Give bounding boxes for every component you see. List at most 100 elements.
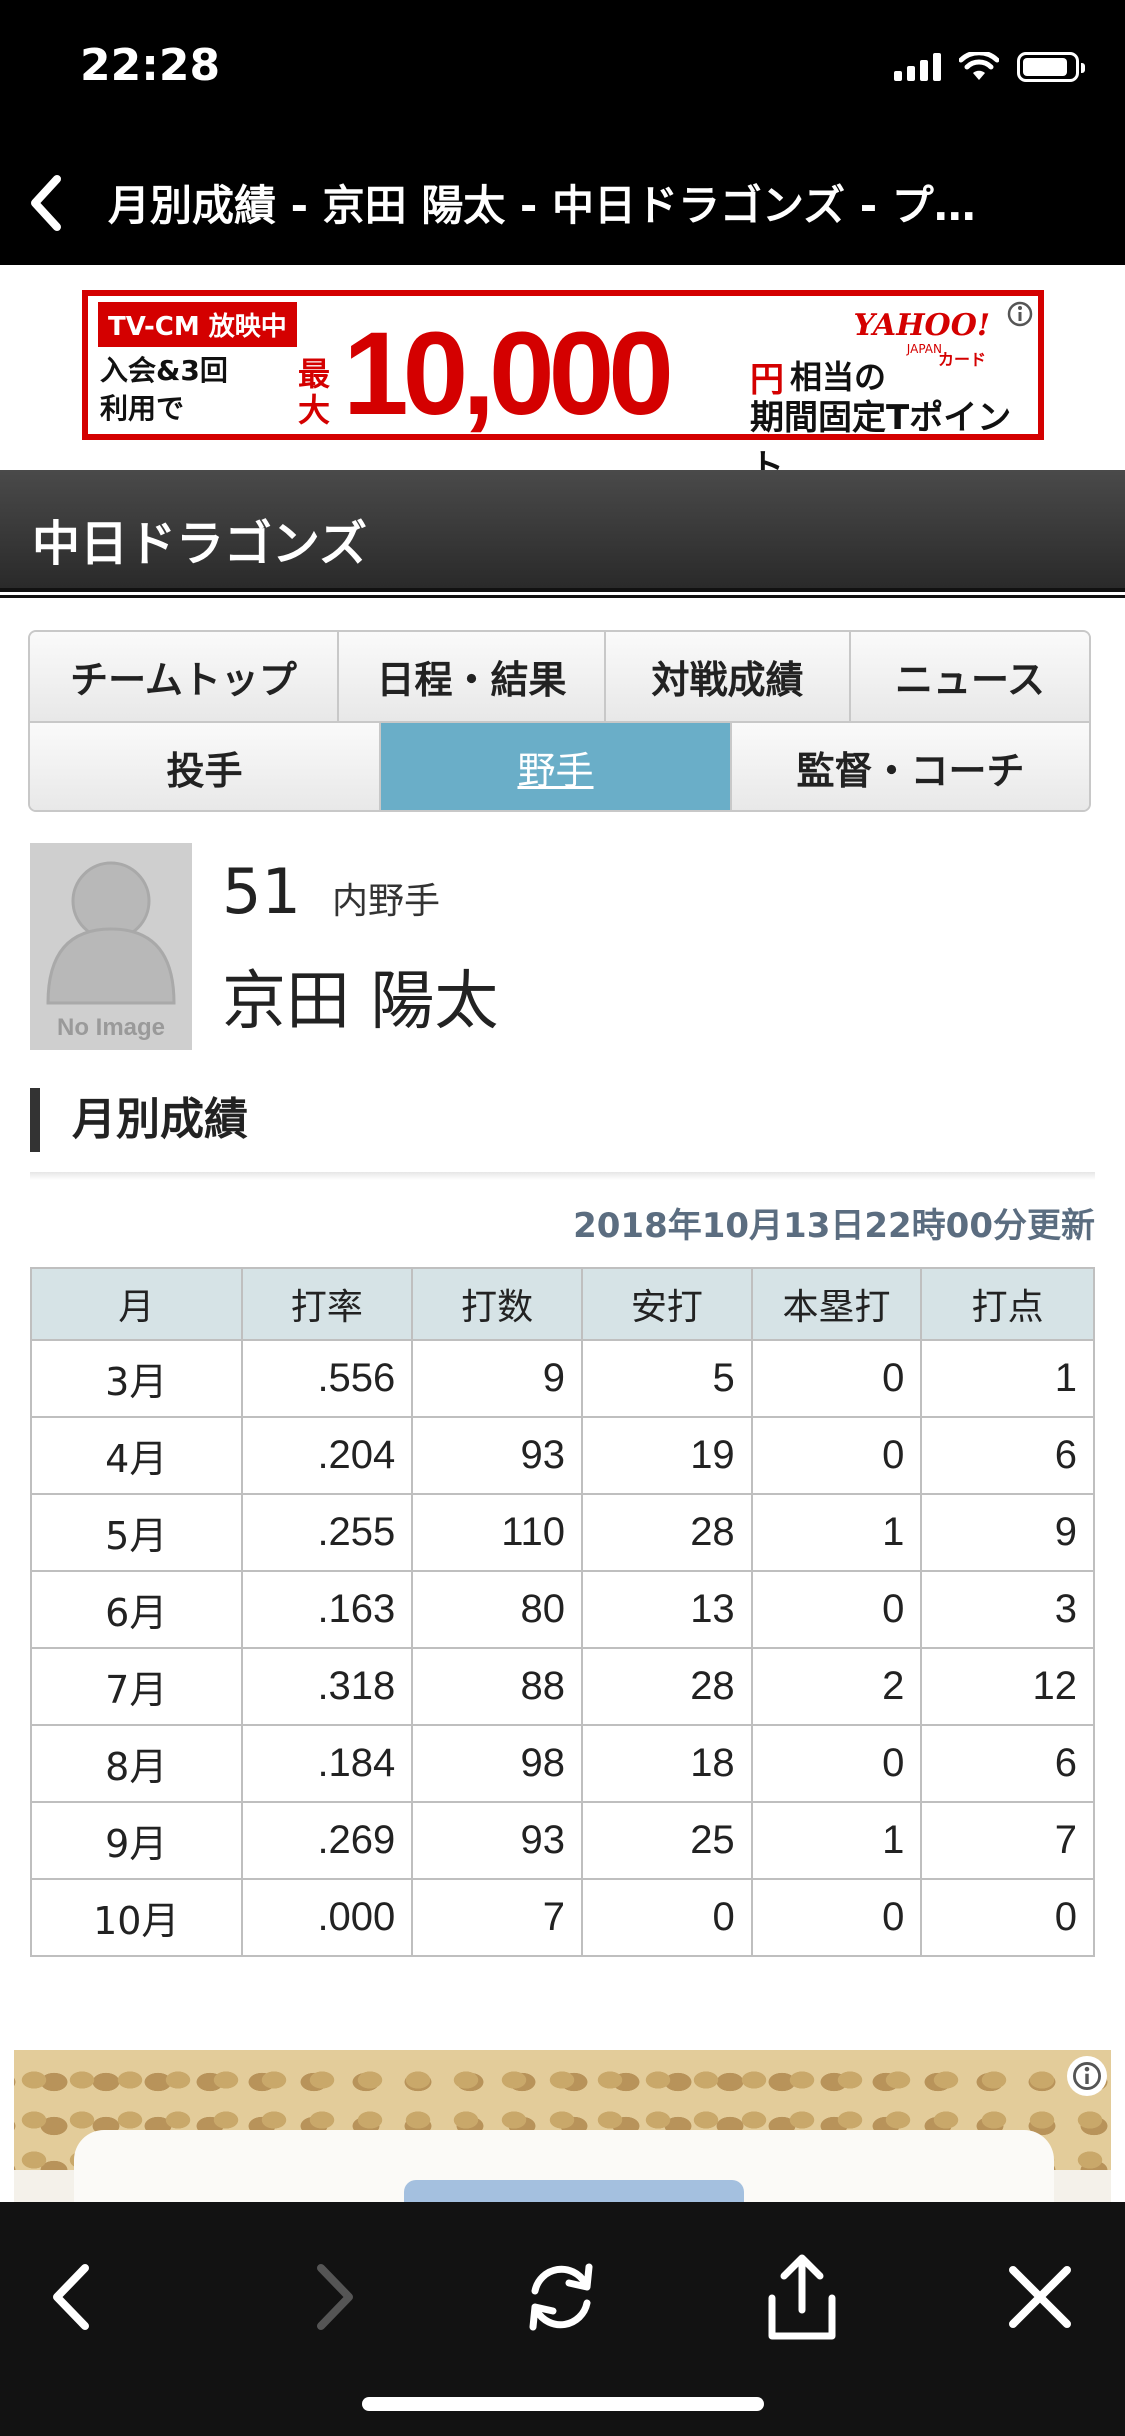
table-cell: .556 [240, 1339, 414, 1418]
table-cell: 98 [411, 1724, 584, 1803]
close-icon [1009, 2266, 1071, 2328]
back-icon [53, 2264, 89, 2330]
col-header-hits: 安打 [581, 1267, 753, 1341]
table-cell: 110 [411, 1493, 584, 1572]
table-row: 9月 .269 93 25 1 7 [30, 1801, 1095, 1880]
ad-condition-line2: 利用で [100, 392, 185, 425]
table-cell: 6月 [30, 1570, 243, 1649]
tab-schedule-results[interactable]: 日程・結果 [339, 632, 606, 721]
table-row: 7月 .318 88 28 2 12 [30, 1647, 1095, 1726]
col-header-month: 月 [30, 1267, 243, 1341]
table-cell: 7 [411, 1878, 584, 1957]
table-cell: 93 [411, 1416, 584, 1495]
player-number: 51 [222, 855, 301, 928]
no-image-caption: No Image [57, 1014, 165, 1041]
table-cell: 80 [411, 1570, 584, 1649]
ad-brand-sub: JAPAN [906, 342, 942, 356]
table-row: 3月 .556 9 5 0 1 [30, 1339, 1095, 1418]
table-cell: 3 [920, 1570, 1095, 1649]
avatar-placeholder-icon: No Image [46, 861, 176, 1041]
table-cell: .255 [240, 1493, 414, 1572]
ad-amount: 10,000 [343, 308, 674, 440]
forward-button[interactable] [286, 2242, 386, 2352]
table-cell: 4月 [30, 1416, 243, 1495]
table-cell: 25 [581, 1801, 753, 1880]
col-header-home-runs: 本塁打 [750, 1267, 923, 1341]
table-cell: 0 [750, 1878, 923, 1957]
share-button[interactable] [752, 2242, 852, 2352]
status-time: 22:28 [80, 40, 221, 91]
forward-icon [317, 2264, 353, 2330]
table-cell: 0 [920, 1878, 1095, 1957]
table-cell: 5 [581, 1339, 753, 1418]
status-icons [894, 52, 1085, 82]
table-cell: 93 [411, 1801, 584, 1880]
ad-info-icon[interactable] [1002, 296, 1038, 332]
updated-timestamp: 2018年10月13日22時00分更新 [573, 1206, 1095, 1246]
table-cell: 8月 [30, 1724, 243, 1803]
table-cell: .318 [240, 1647, 414, 1726]
home-indicator [362, 2397, 764, 2411]
tab-team-top[interactable]: チームトップ [30, 632, 339, 721]
nav-back-button[interactable] [0, 140, 90, 265]
col-header-at-bats: 打数 [411, 1267, 584, 1341]
col-header-avg: 打率 [240, 1267, 414, 1341]
battery-icon [1017, 52, 1085, 82]
ad-banner[interactable]: TV-CM 放映中 入会&3回 利用で 最大 10,000 円 相当の 期間固定… [82, 290, 1044, 487]
player-photo: No Image [30, 843, 192, 1050]
tab-fielders[interactable]: 野手 [381, 723, 732, 810]
table-cell: 13 [581, 1570, 753, 1649]
table-cell: 0 [750, 1570, 923, 1649]
table-cell: 9 [411, 1339, 584, 1418]
tab-pitchers[interactable]: 投手 [30, 723, 381, 810]
nav-bar: 月別成績 - 京田 陽太 - 中日ドラゴンズ - プ… [0, 140, 1125, 265]
table-cell: 0 [750, 1724, 923, 1803]
table-header-row: 月 打率 打数 安打 本塁打 打点 [30, 1267, 1095, 1341]
table-cell: 12 [920, 1647, 1095, 1726]
table-cell: .204 [240, 1416, 414, 1495]
table-cell: 0 [750, 1416, 923, 1495]
tab-manager-coaches[interactable]: 監督・コーチ [732, 723, 1089, 810]
table-cell: 6 [920, 1724, 1095, 1803]
table-cell: 2 [750, 1647, 923, 1726]
team-header: 中日ドラゴンズ [0, 470, 1125, 598]
cellular-signal-icon [894, 53, 941, 81]
table-cell: 18 [581, 1724, 753, 1803]
ad-info-icon[interactable] [1067, 2056, 1107, 2096]
table-cell: 1 [750, 1801, 923, 1880]
page-title: 月別成績 - 京田 陽太 - 中日ドラゴンズ - プ… [108, 181, 976, 230]
table-cell: .000 [240, 1878, 414, 1957]
table-cell: .184 [240, 1724, 414, 1803]
table-cell: .163 [240, 1570, 414, 1649]
table-row: 8月 .184 98 18 0 6 [30, 1724, 1095, 1803]
table-cell: 10月 [30, 1878, 243, 1957]
table-cell: 19 [581, 1416, 753, 1495]
ad-brand-suffix: カード [937, 350, 986, 369]
close-button[interactable] [990, 2242, 1090, 2352]
reload-button[interactable] [511, 2242, 611, 2352]
back-button[interactable] [20, 2242, 120, 2352]
table-cell: 88 [411, 1647, 584, 1726]
tab-news[interactable]: ニュース [851, 632, 1089, 721]
status-bar: 22:28 [0, 0, 1125, 140]
section-heading: 月別成績 [30, 1088, 248, 1152]
table-cell: 28 [581, 1493, 753, 1572]
table-cell: 1 [750, 1493, 923, 1572]
ad-condition: 入会&3回 利用で [100, 352, 228, 428]
table-cell: 7月 [30, 1647, 243, 1726]
reload-icon [529, 2263, 593, 2331]
table-row: 4月 .204 93 19 0 6 [30, 1416, 1095, 1495]
ad-tag: TV-CM 放映中 [98, 302, 297, 347]
player-position: 内野手 [332, 881, 441, 922]
table-row: 6月 .163 80 13 0 3 [30, 1570, 1095, 1649]
table-cell: 9 [920, 1493, 1095, 1572]
tab-matchup-stats[interactable]: 対戦成績 [606, 632, 851, 721]
ad-brand-logo: YAHOO! [853, 308, 990, 343]
table-cell: 0 [581, 1878, 753, 1957]
table-cell: 3月 [30, 1339, 243, 1418]
bottom-ad[interactable] [14, 2050, 1111, 2202]
ad-headline-peek [404, 2180, 744, 2202]
table-cell: 0 [750, 1339, 923, 1418]
table-cell: .269 [240, 1801, 414, 1880]
monthly-stats-table: 月 打率 打数 安打 本塁打 打点 3月 .556 9 5 0 1 4月 .204 93 19 0 6… [30, 1267, 1095, 1957]
